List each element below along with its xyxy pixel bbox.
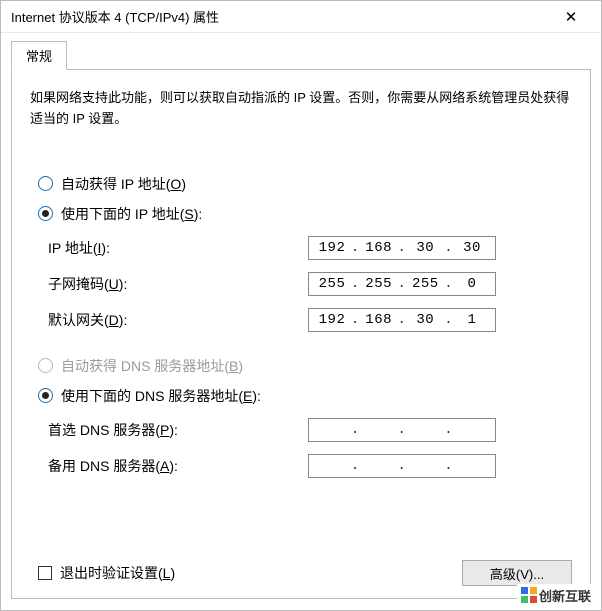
tab-general[interactable]: 常规 <box>11 41 67 70</box>
radio-ip-manual[interactable]: 使用下面的 IP 地址(S): <box>38 204 572 224</box>
primary-dns-label: 首选 DNS 服务器(P): <box>48 420 308 440</box>
client-area: 常规 如果网络支持此功能，则可以获取自动指派的 IP 设置。否则，你需要从网络系… <box>1 33 601 611</box>
window-title: Internet 协议版本 4 (TCP/IPv4) 属性 <box>11 7 551 26</box>
watermark: 创新互联 <box>517 584 595 606</box>
subnet-mask-input[interactable]: 255. 255. 255. 0 <box>308 272 496 296</box>
field-default-gateway: 默认网关(D): 192. 168. 30. 1 <box>48 308 572 332</box>
radio-icon <box>38 358 53 373</box>
watermark-logo-icon <box>521 587 537 603</box>
primary-dns-input[interactable]: . . . <box>308 418 496 442</box>
tabstrip: 常规 <box>11 41 591 70</box>
field-ip-address: IP 地址(I): 192. 168. 30. 30 <box>48 236 572 260</box>
dialog-window: Internet 协议版本 4 (TCP/IPv4) 属性 ✕ 常规 如果网络支… <box>0 0 602 611</box>
default-gateway-input[interactable]: 192. 168. 30. 1 <box>308 308 496 332</box>
radio-icon <box>38 176 53 191</box>
dns-fields: 首选 DNS 服务器(P): . . . 备用 DNS 服务器(A): . <box>48 418 572 478</box>
radio-dns-auto: 自动获得 DNS 服务器地址(B) <box>38 356 572 376</box>
ip-fields: IP 地址(I): 192. 168. 30. 30 子网掩码(U): 255. <box>48 236 572 332</box>
radio-icon <box>38 206 53 221</box>
checkbox-icon <box>38 566 52 580</box>
validate-checkbox-row[interactable]: 退出时验证设置(L) <box>38 563 175 583</box>
default-gateway-label: 默认网关(D): <box>48 310 308 330</box>
close-button[interactable]: ✕ <box>551 3 591 31</box>
radio-dns-manual[interactable]: 使用下面的 DNS 服务器地址(E): <box>38 386 572 406</box>
ip-address-input[interactable]: 192. 168. 30. 30 <box>308 236 496 260</box>
titlebar[interactable]: Internet 协议版本 4 (TCP/IPv4) 属性 ✕ <box>1 1 601 33</box>
radio-icon <box>38 388 53 403</box>
bottom-row: 退出时验证设置(L) 高级(V)... <box>30 560 572 586</box>
field-subnet-mask: 子网掩码(U): 255. 255. 255. 0 <box>48 272 572 296</box>
watermark-text: 创新互联 <box>539 586 591 605</box>
description-text: 如果网络支持此功能，则可以获取自动指派的 IP 设置。否则，你需要从网络系统管理… <box>30 88 572 130</box>
radio-ip-auto[interactable]: 自动获得 IP 地址(O) <box>38 174 572 194</box>
alternate-dns-input[interactable]: . . . <box>308 454 496 478</box>
ip-address-label: IP 地址(I): <box>48 238 308 258</box>
subnet-mask-label: 子网掩码(U): <box>48 274 308 294</box>
tab-general-label: 常规 <box>26 49 52 64</box>
radio-dns-auto-label: 自动获得 DNS 服务器地址(B) <box>61 356 243 376</box>
alternate-dns-label: 备用 DNS 服务器(A): <box>48 456 308 476</box>
field-alternate-dns: 备用 DNS 服务器(A): . . . <box>48 454 572 478</box>
radio-ip-manual-label: 使用下面的 IP 地址(S): <box>61 204 202 224</box>
close-icon: ✕ <box>565 8 578 26</box>
advanced-button-label: 高级(V)... <box>490 564 544 583</box>
field-primary-dns: 首选 DNS 服务器(P): . . . <box>48 418 572 442</box>
advanced-button[interactable]: 高级(V)... <box>462 560 572 586</box>
tab-panel: 如果网络支持此功能，则可以获取自动指派的 IP 设置。否则，你需要从网络系统管理… <box>11 69 591 599</box>
validate-label: 退出时验证设置(L) <box>60 563 175 583</box>
radio-dns-manual-label: 使用下面的 DNS 服务器地址(E): <box>61 386 261 406</box>
radio-ip-auto-label: 自动获得 IP 地址(O) <box>61 174 186 194</box>
